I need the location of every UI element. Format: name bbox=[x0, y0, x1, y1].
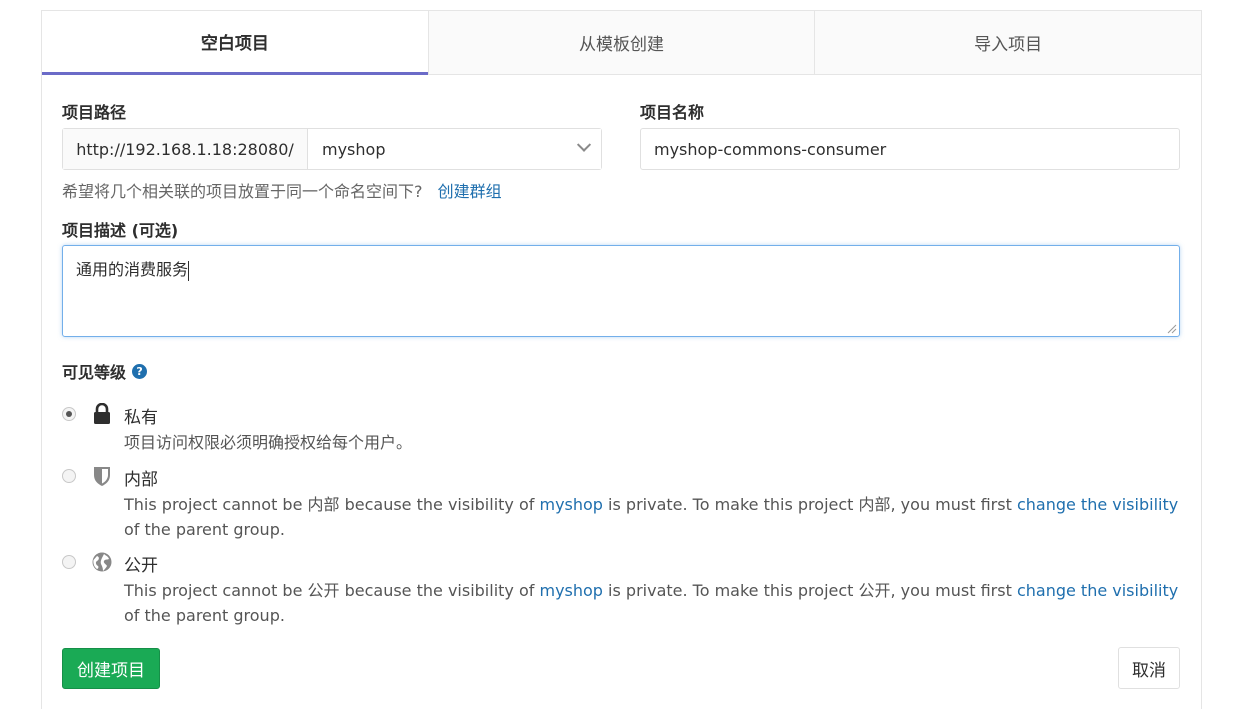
namespace-value: myshop bbox=[322, 139, 386, 159]
public-description: This project cannot be 公开 because the vi… bbox=[124, 578, 1184, 628]
description-value: 通用的消费服务 bbox=[76, 260, 189, 279]
private-title: 私有 bbox=[124, 408, 158, 428]
internal-desc-pre: This project cannot be 内部 because the vi… bbox=[124, 495, 540, 514]
internal-desc-mid: is private. To make this project 内部, you… bbox=[602, 495, 1017, 514]
description-label: 项目描述 (可选) bbox=[62, 221, 179, 240]
public-change-visibility-link[interactable]: change the visibility bbox=[1017, 581, 1178, 600]
resize-handle-icon[interactable] bbox=[1167, 324, 1177, 334]
internal-description: This project cannot be 内部 because the vi… bbox=[124, 492, 1184, 542]
lock-icon bbox=[94, 403, 110, 424]
tab-blank-project[interactable]: 空白项目 bbox=[42, 11, 428, 75]
project-name-label: 项目名称 bbox=[640, 103, 705, 122]
visibility-option-public[interactable]: 公开 This project cannot be 公开 because the… bbox=[62, 551, 1178, 631]
project-path-group: http://192.168.1.18:28080/ myshop bbox=[62, 128, 602, 170]
globe-icon bbox=[92, 552, 112, 572]
path-prefix: http://192.168.1.18:28080/ bbox=[63, 129, 308, 169]
group-help-text: 希望将几个相关联的项目放置于同一个命名空间下? 创建群组 bbox=[62, 178, 502, 202]
chevron-down-icon bbox=[576, 137, 592, 152]
private-description: 项目访问权限必须明确授权给每个用户。 bbox=[124, 433, 413, 452]
new-project-panel: 空白项目 从模板创建 导入项目 项目路径 项目名称 http://192.168… bbox=[41, 10, 1202, 709]
shield-icon bbox=[94, 467, 110, 486]
project-tabs: 空白项目 从模板创建 导入项目 bbox=[42, 10, 1202, 75]
help-text: 希望将几个相关联的项目放置于同一个命名空间下? bbox=[62, 182, 423, 201]
public-title: 公开 bbox=[124, 556, 158, 576]
public-desc-post: of the parent group. bbox=[124, 606, 285, 625]
internal-title: 内部 bbox=[124, 470, 158, 490]
radio-private[interactable] bbox=[62, 407, 76, 421]
project-name-input[interactable]: myshop-commons-consumer bbox=[640, 128, 1180, 170]
create-group-link[interactable]: 创建群组 bbox=[438, 182, 502, 201]
public-desc-mid: is private. To make this project 公开, you… bbox=[602, 581, 1017, 600]
public-myshop-link[interactable]: myshop bbox=[539, 581, 602, 600]
visibility-label-text: 可见等级 bbox=[62, 363, 127, 382]
project-path-label: 项目路径 bbox=[62, 103, 127, 122]
namespace-select[interactable]: myshop bbox=[308, 129, 601, 169]
visibility-option-internal[interactable]: 内部 This project cannot be 内部 because the… bbox=[62, 465, 1178, 545]
text-caret bbox=[188, 260, 190, 281]
internal-myshop-link[interactable]: myshop bbox=[539, 495, 602, 514]
internal-change-visibility-link[interactable]: change the visibility bbox=[1017, 495, 1178, 514]
question-circle-icon[interactable]: ? bbox=[132, 363, 148, 379]
cancel-button[interactable]: 取消 bbox=[1118, 647, 1180, 689]
public-desc-pre: This project cannot be 公开 because the vi… bbox=[124, 581, 540, 600]
radio-public[interactable] bbox=[62, 555, 76, 569]
visibility-option-private[interactable]: 私有 项目访问权限必须明确授权给每个用户。 bbox=[62, 403, 1162, 463]
project-description-textarea[interactable]: 通用的消费服务 bbox=[62, 245, 1180, 337]
tab-import-project[interactable]: 导入项目 bbox=[814, 11, 1202, 74]
radio-internal[interactable] bbox=[62, 469, 76, 483]
create-project-button[interactable]: 创建项目 bbox=[62, 648, 160, 689]
tab-from-template[interactable]: 从模板创建 bbox=[427, 11, 815, 74]
internal-desc-post: of the parent group. bbox=[124, 520, 285, 539]
visibility-level-label: 可见等级 ? bbox=[62, 359, 148, 383]
